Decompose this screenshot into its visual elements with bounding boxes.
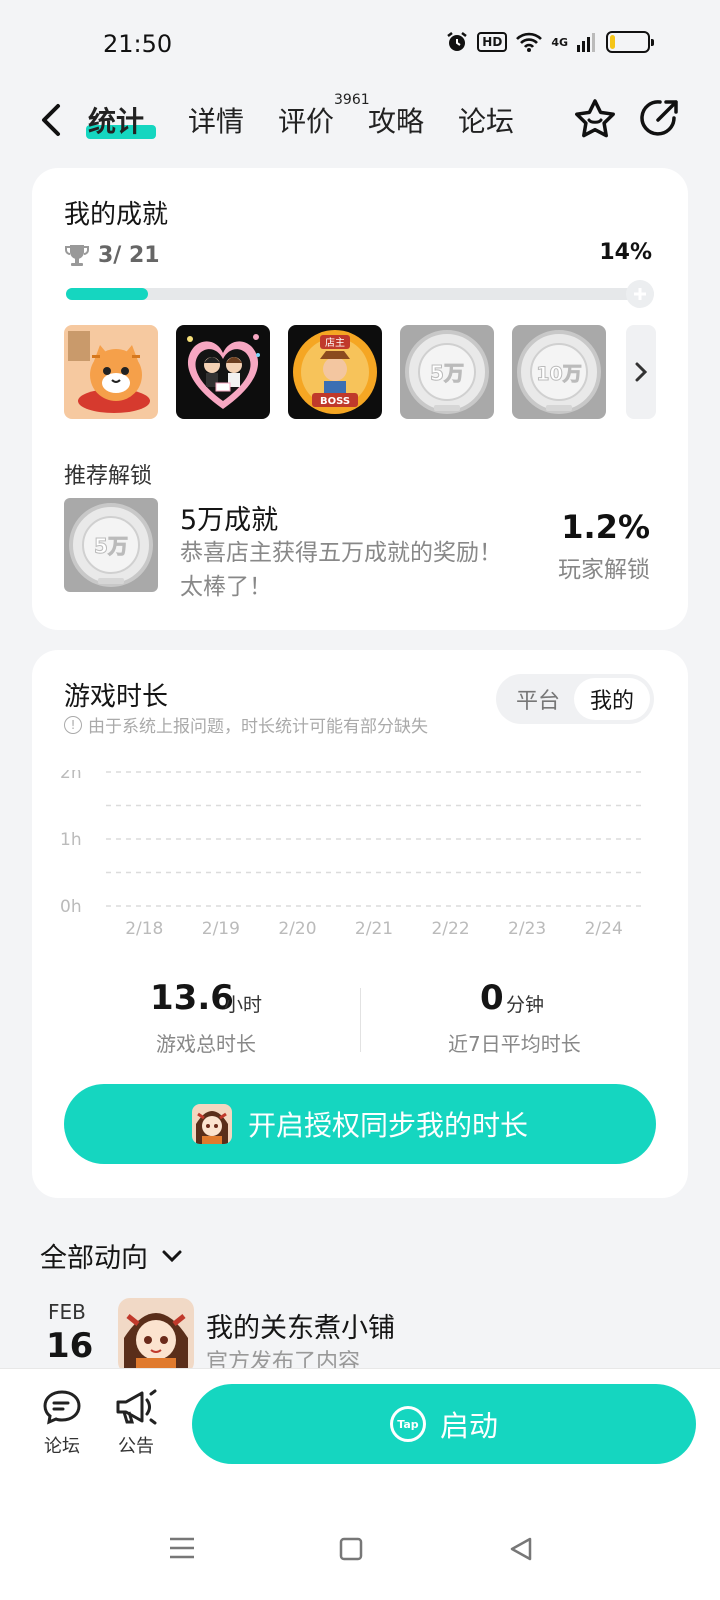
battery-icon [606,31,654,53]
start-game-button[interactable]: Tap 启动 [192,1384,696,1464]
chart-x-tick: 2/23 [508,919,546,939]
status-icons: HD 4G [445,30,654,54]
sync-time-label: 开启授权同步我的时长 [247,1109,528,1142]
chevron-right-icon [635,362,648,382]
game-avatar [191,1104,232,1144]
achievement-progress-bar [66,288,654,300]
signal-icon [577,33,595,52]
chart-y-tick: 1h [60,830,82,850]
feed-item-month: FEB [48,1300,86,1324]
hd-badge: HD [477,32,508,52]
recommend-unlock-percent: 1.2% [561,508,650,546]
recommend-achievement-desc: 恭喜店主获得五万成就的奖励！太棒了！ [180,540,502,600]
5wan-coin-badge[interactable]: 5万 [400,325,494,419]
chart-x-tick: 2/24 [585,919,623,939]
alarm-icon [447,32,468,51]
achievement-count: 3/ 21 [98,242,160,268]
game-time-note-text: 由于系统上报问题，时长统计可能有部分缺失 [88,717,428,737]
avg-time-value: 0 [480,978,504,1018]
chart-x-tick: 2/22 [431,919,469,939]
10wan-coin-text: 10万 [536,363,581,385]
menu-icon[interactable] [168,1536,196,1560]
forum-label: 论坛 [44,1436,80,1457]
avg-time-label: 近7日平均时长 [448,1032,581,1056]
chart-x-tick: 2/19 [202,919,240,939]
game-time-title: 游戏时长 [64,682,169,712]
recommend-icon-text: 5万 [94,534,128,558]
chart-x-tick: 2/18 [125,919,163,939]
start-label: 启动 [439,1409,498,1443]
wifi-icon [516,32,543,52]
info-icon: ! [64,715,82,734]
recommend-unlock-label: 玩家解锁 [558,557,650,583]
feed-title: 全部动向 [40,1243,148,1274]
avg-time-unit: 分钟 [506,994,545,1016]
share-icon[interactable] [636,96,682,142]
chart-x-tick: 2/21 [355,919,393,939]
notice-label: 公告 [118,1436,154,1457]
tab-details[interactable]: 详情 [188,100,244,140]
chevron-down-icon [162,1250,182,1262]
badges-more-button[interactable] [626,325,656,419]
feed-item-name[interactable]: 我的关东煮小铺 [206,1306,395,1345]
tab-forum[interactable]: 论坛 [458,100,514,140]
progress-end-icon [626,280,654,308]
total-time-value: 13.6 [150,978,234,1018]
feed-item-day: 16 [46,1326,94,1366]
notice-button[interactable]: 公告 [106,1388,166,1458]
boss-badge-top-text: 店主 [325,336,345,349]
feed-filter-dropdown[interactable]: 全部动向 [40,1236,184,1275]
recommend-achievement-icon[interactable]: 5万 [64,498,158,592]
forum-icon [43,1390,81,1425]
achievement-badges: 店主 BOSS 5万 10万 [64,325,606,419]
reviews-count-badge: 3961 [334,92,370,108]
achievement-percent: 14% [599,240,652,265]
time-source-toggle: 平台 我的 [496,674,654,724]
tab-guides[interactable]: 攻略 [368,100,424,140]
feed-item-thumbnail[interactable] [118,1298,194,1374]
cat-badge[interactable] [64,325,158,419]
forum-button[interactable]: 论坛 [32,1388,92,1458]
total-time-unit: 小时 [224,994,263,1016]
back-nav-icon[interactable] [508,1536,534,1562]
achievement-count-row: 3/ 21 [64,242,160,268]
chart-y-tick: 2h [60,770,82,783]
chart-x-tick: 2/20 [278,919,316,939]
recommend-title: 推荐解锁 [64,464,153,489]
taptap-logo-icon: Tap [389,1406,426,1442]
home-icon[interactable] [338,1536,364,1562]
trophy-icon [65,245,89,266]
stats-divider [360,988,361,1052]
tab-reviews[interactable]: 评价 [278,100,334,140]
chart-y-tick: 0h [60,897,82,917]
total-time-label: 游戏总时长 [156,1032,256,1056]
back-arrow-icon[interactable] [34,100,70,140]
boss-badge[interactable]: 店主 BOSS [288,325,382,419]
5wan-coin-text: 5万 [430,361,464,385]
segment-platform[interactable]: 平台 [500,678,576,720]
megaphone-icon [116,1389,157,1425]
sync-time-button[interactable]: 开启授权同步我的时长 [64,1084,656,1164]
star-icon[interactable] [572,96,618,142]
tab-stats[interactable]: 统计 [88,100,144,140]
recommend-achievement-name: 5万成就 [180,505,279,536]
segment-mine[interactable]: 我的 [574,678,650,720]
achievements-title: 我的成就 [64,200,169,230]
boss-badge-bottom-text: BOSS [320,396,350,407]
network-type-label: 4G [551,35,568,49]
game-time-note: ! 由于系统上报问题，时长统计可能有部分缺失 [64,712,428,737]
status-time: 21:50 [103,30,173,58]
10wan-coin-badge[interactable]: 10万 [512,325,606,419]
wedding-heart-badge[interactable] [176,325,270,419]
game-time-chart: 0h 1h 2h 2/18 2/19 2/20 2/21 2/22 2/23 2/24 [60,770,642,939]
